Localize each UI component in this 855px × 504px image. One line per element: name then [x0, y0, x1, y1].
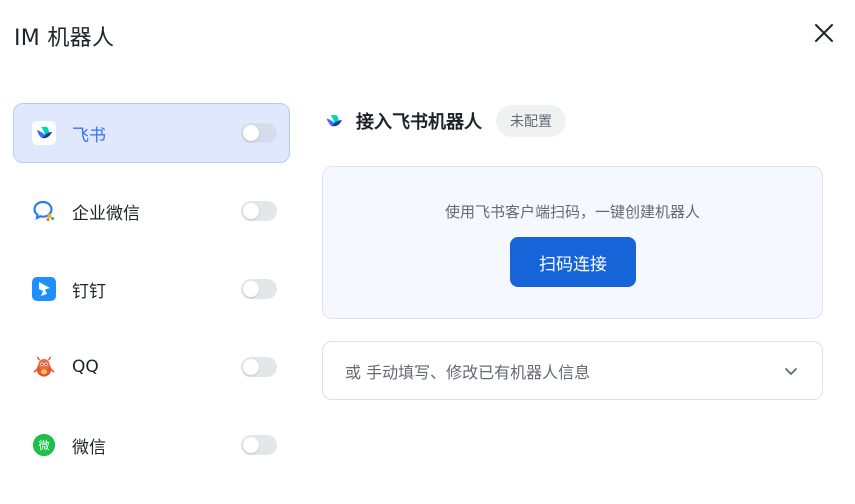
dingtalk-icon	[32, 277, 56, 301]
sidebar-item-dingtalk[interactable]: 钉钉	[13, 259, 290, 319]
sidebar-item-label: 飞书	[72, 125, 106, 146]
qq-icon	[32, 355, 56, 379]
sidebar-item-feishu[interactable]: 飞书	[13, 103, 290, 163]
platform-sidebar: 飞书 企业微信 钉钉 QQ 微 微信	[13, 103, 290, 493]
scan-connect-button[interactable]: 扫码连接	[510, 237, 636, 287]
feishu-icon	[326, 115, 342, 127]
dialog-title: IM 机器人	[14, 26, 115, 51]
wechat-toggle[interactable]	[241, 435, 277, 455]
wecom-icon	[32, 199, 56, 223]
chevron-down-icon	[785, 367, 797, 375]
sidebar-item-wechat[interactable]: 微 微信	[13, 415, 290, 475]
manual-config-label: 或 手动填写、修改已有机器人信息	[345, 362, 591, 382]
page-title: 接入飞书机器人	[356, 112, 482, 133]
dingtalk-toggle[interactable]	[241, 279, 277, 299]
sidebar-item-label: 企业微信	[72, 203, 140, 224]
status-badge: 未配置	[496, 105, 566, 137]
sidebar-item-label: QQ	[72, 357, 99, 377]
feishu-toggle[interactable]	[241, 123, 277, 143]
panel-header: 接入飞书机器人 未配置	[324, 104, 566, 138]
qr-connect-card: 使用飞书客户端扫码，一键创建机器人 扫码连接	[322, 166, 823, 319]
wechat-icon: 微	[32, 433, 56, 457]
wecom-toggle[interactable]	[241, 201, 277, 221]
svg-text:微: 微	[38, 438, 49, 452]
sidebar-item-wecom[interactable]: 企业微信	[13, 181, 290, 241]
qq-toggle[interactable]	[241, 357, 277, 377]
sidebar-item-qq[interactable]: QQ	[13, 337, 290, 397]
manual-config-dropdown[interactable]: 或 手动填写、修改已有机器人信息	[322, 341, 823, 400]
sidebar-item-label: 钉钉	[72, 281, 106, 302]
close-icon[interactable]	[813, 22, 835, 44]
feishu-icon	[32, 121, 56, 145]
qr-description: 使用飞书客户端扫码，一键创建机器人	[444, 203, 700, 221]
sidebar-item-label: 微信	[72, 437, 106, 458]
